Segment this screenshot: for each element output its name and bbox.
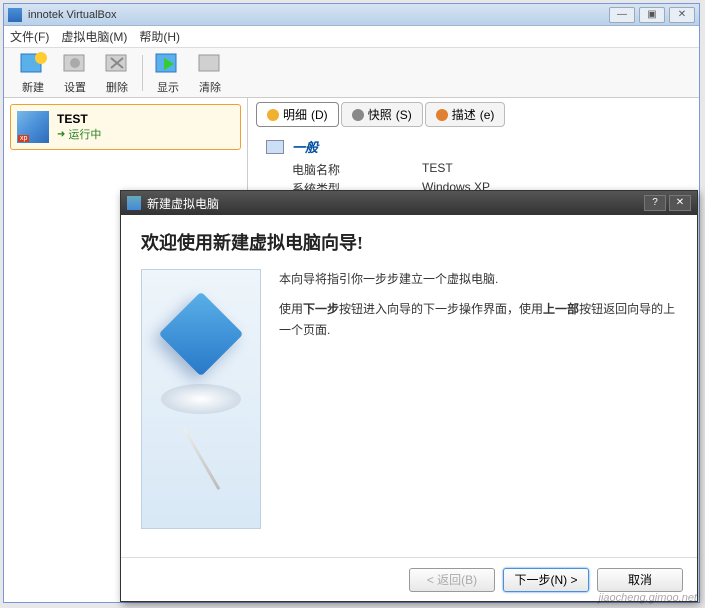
show-button[interactable]: 显示 — [147, 50, 189, 95]
toolbar-separator — [142, 55, 143, 91]
wizard-dialog: 新建虚拟电脑 ? ✕ 欢迎使用新建虚拟电脑向导! 本向导将指引你一步步建立一个虚… — [120, 190, 698, 602]
minimize-button[interactable]: — — [609, 7, 635, 23]
os-icon — [17, 111, 49, 143]
delete-button[interactable]: 删除 — [96, 50, 138, 95]
menu-help[interactable]: 帮助(H) — [139, 28, 180, 45]
wizard-heading: 欢迎使用新建虚拟电脑向导! — [141, 229, 677, 255]
window-title: innotek VirtualBox — [28, 9, 609, 21]
show-icon — [154, 50, 182, 78]
delete-icon — [103, 50, 131, 78]
next-button[interactable]: 下一步(N) > — [503, 568, 589, 592]
settings-button[interactable]: 设置 — [54, 50, 96, 95]
wizard-title: 新建虚拟电脑 — [147, 195, 641, 212]
new-icon — [19, 50, 47, 78]
wand-icon — [182, 428, 220, 490]
snapshot-tab-icon — [352, 109, 364, 121]
toolbar: 新建 设置 删除 显示 清除 — [4, 48, 699, 98]
vm-state: 运行中 — [57, 126, 101, 142]
new-button[interactable]: 新建 — [12, 50, 54, 95]
detail-row: 电脑名称TEST — [266, 160, 681, 179]
desc-tab-icon — [436, 109, 448, 121]
menu-vm[interactable]: 虚拟电脑(M) — [61, 28, 127, 45]
tabs: 明细(D) 快照(S) 描述(e) — [256, 102, 691, 127]
details-tab-icon — [267, 109, 279, 121]
back-button[interactable]: < 返回(B) — [409, 568, 495, 592]
virtualbox-logo-icon — [159, 292, 244, 377]
cancel-button[interactable]: 取消 — [597, 568, 683, 592]
menu-file[interactable]: 文件(F) — [10, 28, 49, 45]
wizard-close-button[interactable]: ✕ — [669, 195, 691, 211]
section-title: 一般 — [292, 137, 318, 156]
wizard-icon — [127, 196, 141, 210]
menubar: 文件(F) 虚拟电脑(M) 帮助(H) — [4, 26, 699, 48]
vm-name: TEST — [57, 112, 101, 126]
clear-icon — [196, 50, 224, 78]
wizard-image — [141, 269, 261, 529]
maximize-button[interactable]: ▣ — [639, 7, 665, 23]
tab-snapshots[interactable]: 快照(S) — [341, 102, 423, 127]
tab-details[interactable]: 明细(D) — [256, 102, 339, 127]
close-button[interactable]: ✕ — [669, 7, 695, 23]
wizard-titlebar: 新建虚拟电脑 ? ✕ — [121, 191, 697, 215]
monitor-icon — [266, 140, 284, 154]
vm-item[interactable]: TEST 运行中 — [10, 104, 241, 150]
wizard-text: 本向导将指引你一步步建立一个虚拟电脑. 使用下一步按钮进入向导的下一步操作界面，… — [279, 269, 677, 529]
titlebar: innotek VirtualBox — ▣ ✕ — [4, 4, 699, 26]
tab-description[interactable]: 描述(e) — [425, 102, 506, 127]
clear-button[interactable]: 清除 — [189, 50, 231, 95]
disc-icon — [161, 384, 241, 414]
wizard-help-button[interactable]: ? — [644, 195, 666, 211]
settings-icon — [61, 50, 89, 78]
wizard-body: 欢迎使用新建虚拟电脑向导! 本向导将指引你一步步建立一个虚拟电脑. 使用下一步按… — [121, 215, 697, 557]
watermark: jiaocheng.gimoo.net — [599, 592, 697, 604]
app-icon — [8, 8, 22, 22]
